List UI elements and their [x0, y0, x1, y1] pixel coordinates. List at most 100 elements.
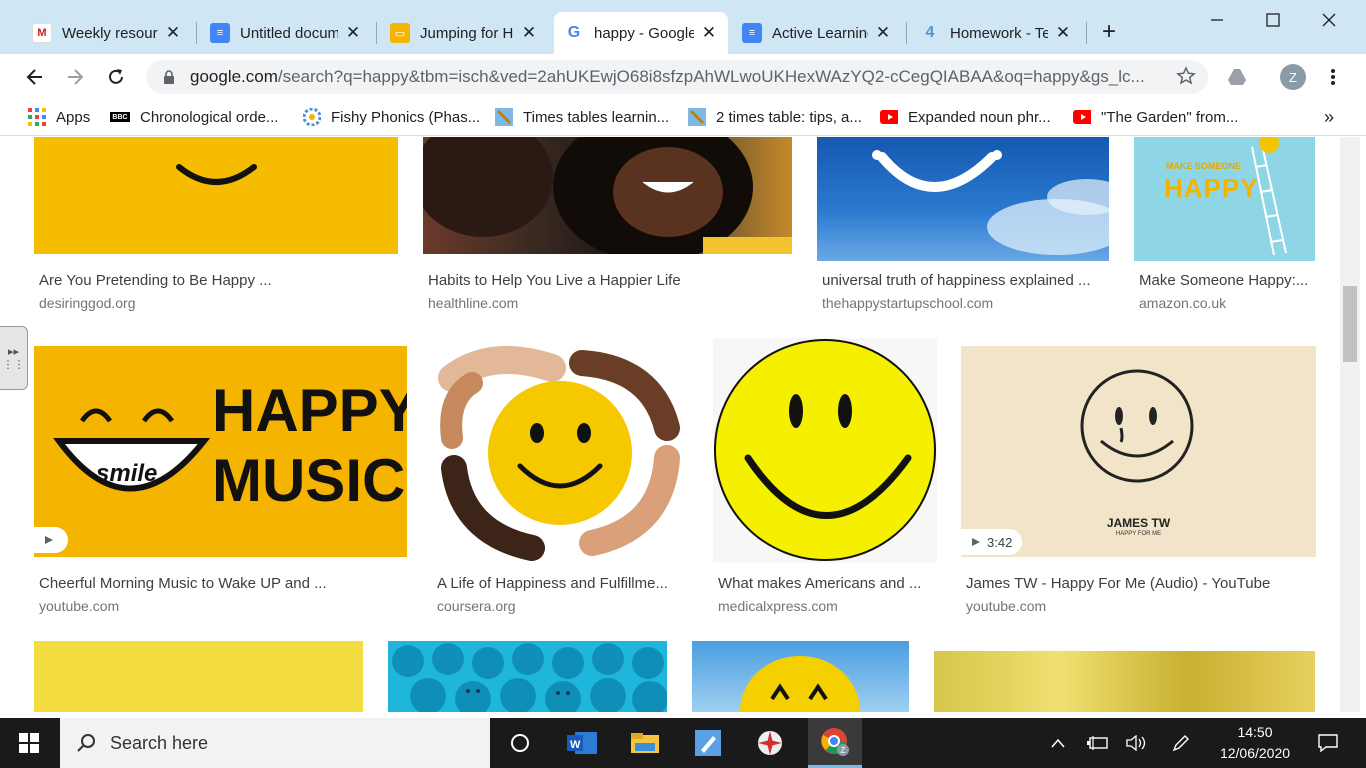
- result-domain[interactable]: coursera.org: [437, 598, 516, 614]
- address-bar[interactable]: google.com/search?q=happy&tbm=isch&ved=2…: [146, 60, 1208, 94]
- tab-strip: M Weekly resources ✕ ≡ Untitled document…: [0, 0, 1366, 54]
- tab-google-search[interactable]: G happy - Google Search ✕: [554, 12, 728, 54]
- result-image-laughing-woman[interactable]: [423, 137, 792, 254]
- result-caption[interactable]: Make Someone Happy:...: [1139, 272, 1315, 289]
- result-domain[interactable]: thehappystartupschool.com: [822, 295, 993, 311]
- play-icon: [972, 538, 980, 546]
- task-view-icon: [511, 734, 529, 752]
- result-domain[interactable]: healthline.com: [428, 295, 518, 311]
- show-hidden-icons-button[interactable]: [1044, 718, 1072, 768]
- compass-app-button[interactable]: [746, 718, 794, 768]
- tab-active-learning[interactable]: ≡ Active Learning ✕: [732, 12, 902, 54]
- close-icon[interactable]: ✕: [164, 23, 182, 43]
- page-scrollbar-thumb[interactable]: [1343, 286, 1357, 362]
- bookmark-fishy-phonics[interactable]: Fishy Phonics (Phas...: [303, 106, 480, 128]
- back-button[interactable]: [20, 62, 50, 92]
- bookmark-2-times-table[interactable]: 2 times table: tips, a...: [688, 106, 862, 128]
- chevron-up-icon: [1051, 738, 1065, 748]
- pencil-icon: [495, 108, 513, 126]
- gmail-icon: M: [32, 23, 52, 43]
- result-image-happy-music[interactable]: smile HAPPY MUSIC: [34, 346, 407, 557]
- tab-separator: [1086, 22, 1087, 44]
- bookmark-label: Expanded noun phr...: [908, 108, 1051, 126]
- maximize-button[interactable]: [1250, 6, 1296, 34]
- bookmark-expanded-noun-phrases[interactable]: Expanded noun phr...: [880, 106, 1051, 128]
- smiley-face-graphic: [714, 339, 936, 561]
- docs-icon: ≡: [210, 23, 230, 43]
- result-domain[interactable]: medicalxpress.com: [718, 598, 838, 614]
- flower-icon: [303, 108, 321, 126]
- result-caption[interactable]: universal truth of happiness explained .…: [822, 272, 1112, 289]
- bookmark-label: 2 times table: tips, a...: [716, 108, 862, 126]
- close-icon[interactable]: ✕: [1054, 23, 1072, 43]
- volume-button[interactable]: [1122, 718, 1152, 768]
- result-image-golden-blur[interactable]: [934, 651, 1315, 712]
- minimize-button[interactable]: [1194, 6, 1240, 34]
- reload-button[interactable]: [101, 62, 131, 92]
- close-icon[interactable]: ✕: [344, 23, 362, 43]
- tab-separator: [196, 22, 197, 44]
- result-caption[interactable]: A Life of Happiness and Fulfillme...: [437, 575, 687, 592]
- hands-smiley-graphic: [438, 346, 680, 561]
- result-caption[interactable]: Are You Pretending to Be Happy ...: [39, 272, 399, 289]
- action-center-button[interactable]: [1308, 718, 1348, 768]
- result-caption[interactable]: Cheerful Morning Music to Wake UP and ..…: [39, 575, 399, 592]
- taskbar-clock[interactable]: 14:50 12/06/2020: [1210, 722, 1300, 764]
- word-app-button[interactable]: W: [558, 718, 606, 768]
- james-tw-text: JAMES TW: [1106, 516, 1171, 530]
- result-image-book-cover[interactable]: MAKE SOMEONE HAPPY: [1134, 137, 1315, 261]
- battery-button[interactable]: [1084, 718, 1112, 768]
- result-image-yellow-plain[interactable]: [34, 641, 363, 712]
- bookmarks-bar: Apps BBC Chronological orde... Fishy Pho…: [0, 100, 1366, 136]
- taskbar-search-box[interactable]: Search here: [60, 718, 490, 768]
- tab-jumping-for-happiness[interactable]: ▭ Jumping for Happiness ✕: [380, 12, 548, 54]
- new-tab-button[interactable]: +: [1096, 20, 1122, 46]
- result-image-james-tw[interactable]: JAMES TW HAPPY FOR ME 3:42: [961, 346, 1316, 557]
- result-caption[interactable]: Habits to Help You Live a Happier Life: [428, 272, 788, 289]
- result-domain[interactable]: youtube.com: [39, 598, 119, 614]
- tab-weekly-resources[interactable]: M Weekly resources ✕: [22, 12, 192, 54]
- close-window-button[interactable]: [1306, 6, 1352, 34]
- chrome-app-button[interactable]: Z: [808, 718, 862, 768]
- profile-button[interactable]: Z: [1278, 62, 1308, 92]
- start-button[interactable]: [0, 718, 58, 768]
- bookmark-star-icon[interactable]: [1176, 66, 1196, 91]
- close-icon[interactable]: ✕: [520, 23, 538, 43]
- result-image-happy-yellow[interactable]: [34, 137, 398, 254]
- tab-untitled-document[interactable]: ≡ Untitled document ✕: [200, 12, 372, 54]
- bookmark-times-tables-learning[interactable]: Times tables learnin...: [495, 106, 669, 128]
- forward-button[interactable]: [60, 62, 90, 92]
- bookmark-apps[interactable]: Apps: [28, 106, 90, 128]
- result-image-hands-smiley[interactable]: [432, 338, 688, 563]
- bookmark-chronological-order[interactable]: BBC Chronological orde...: [110, 106, 278, 128]
- kebab-menu-icon: [1331, 69, 1335, 85]
- pencil-icon: [688, 108, 706, 126]
- close-icon[interactable]: ✕: [700, 23, 718, 43]
- result-domain[interactable]: youtube.com: [966, 598, 1046, 614]
- bookmarks-overflow-button[interactable]: »: [1324, 106, 1334, 128]
- task-view-button[interactable]: [496, 718, 544, 768]
- minimize-icon: [1211, 19, 1223, 21]
- result-caption[interactable]: What makes Americans and ...: [718, 575, 938, 592]
- notes-app-button[interactable]: [684, 718, 732, 768]
- result-caption[interactable]: James TW - Happy For Me (Audio) - YouTub…: [966, 575, 1316, 592]
- result-domain[interactable]: desiringgod.org: [39, 295, 136, 311]
- close-icon[interactable]: ✕: [874, 23, 892, 43]
- result-image-smiley-balloon[interactable]: [692, 641, 909, 712]
- result-image-yellow-smiley[interactable]: [713, 338, 937, 563]
- pen-workspace-button[interactable]: [1166, 718, 1196, 768]
- bookmark-label: Fishy Phonics (Phas...: [331, 108, 481, 126]
- tab-homework-teams[interactable]: 4 Homework - Teams ✕: [910, 12, 1082, 54]
- page-scrollbar-track[interactable]: [1340, 137, 1360, 712]
- bookmark-the-garden[interactable]: "The Garden" from...: [1073, 106, 1238, 128]
- google-drive-extension[interactable]: [1222, 62, 1252, 92]
- result-image-cloud-smiley[interactable]: [817, 137, 1109, 261]
- menu-button[interactable]: [1318, 62, 1348, 92]
- result-domain[interactable]: amazon.co.uk: [1139, 295, 1226, 311]
- photo-placeholder: [423, 137, 792, 254]
- windows-taskbar: Search here W Z 14:50 12/06/2020: [0, 718, 1366, 768]
- side-panel-handle[interactable]: ▸▸ ⋮⋮: [0, 326, 28, 390]
- tab-separator: [906, 22, 907, 44]
- result-image-blue-smileys[interactable]: [388, 641, 667, 712]
- file-explorer-button[interactable]: [620, 718, 670, 768]
